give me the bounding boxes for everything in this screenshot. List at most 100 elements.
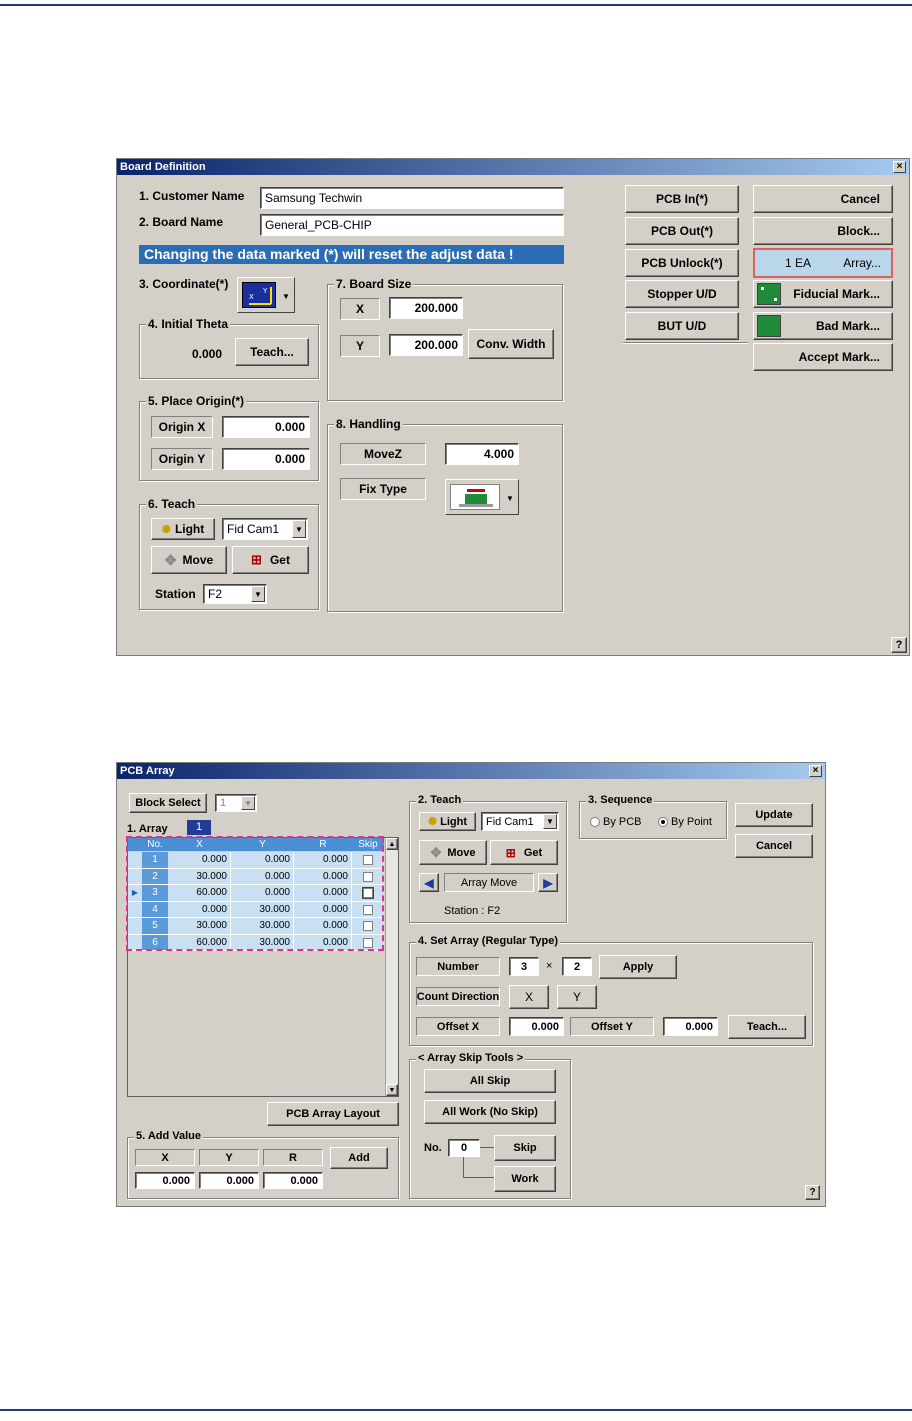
pcb-in-button[interactable]: PCB In(*) — [625, 185, 739, 213]
block-select-value: 1 — [220, 797, 227, 809]
board-size-y-input[interactable]: 200.000 — [389, 334, 463, 356]
number-x-input[interactable]: 3 — [509, 957, 539, 976]
array-count: 1 EA — [785, 256, 812, 270]
offset-teach-button[interactable]: Teach... — [728, 1015, 806, 1039]
fiducial-mark-button[interactable]: Fiducial Mark... — [753, 280, 893, 308]
light-button[interactable]: ✺ Light — [151, 518, 215, 540]
skip-button[interactable]: Skip — [494, 1135, 556, 1161]
array-move-label-box: Array Move — [444, 873, 534, 892]
grid-scrollbar[interactable]: ▲ ▼ — [385, 838, 398, 1096]
coordinate-axis-icon: Y X — [242, 282, 276, 308]
array-light-button[interactable]: ✺ Light — [419, 812, 476, 831]
add-button[interactable]: Add — [330, 1147, 388, 1169]
get-button[interactable]: ⊞ Get — [232, 546, 309, 574]
chevron-down-icon[interactable]: ▼ — [251, 586, 265, 602]
scroll-up-icon[interactable]: ▲ — [386, 838, 398, 850]
number-label: Number — [416, 957, 500, 976]
array-label: 1. Array — [127, 823, 168, 835]
pcb-array-titlebar: PCB Array × — [117, 763, 825, 779]
array-cancel-button[interactable]: Cancel — [735, 834, 813, 858]
svg-text:X: X — [249, 293, 254, 301]
sequence-title: 3. Sequence — [586, 794, 655, 806]
board-size-x-input[interactable]: 200.000 — [389, 297, 463, 319]
arrow-right-icon[interactable]: ▶ — [538, 873, 558, 892]
array-help-button[interactable]: ? — [805, 1185, 820, 1200]
array-button[interactable]: 1 EA Array... — [753, 248, 893, 278]
board-name-label: 2. Board Name — [139, 215, 224, 229]
add-y-input[interactable]: 0.000 — [199, 1172, 259, 1189]
all-skip-button[interactable]: All Skip — [424, 1069, 556, 1093]
block-select-button[interactable]: Block Select — [129, 793, 207, 813]
conv-width-button[interactable]: Conv. Width — [468, 329, 554, 359]
but-button[interactable]: BUT U/D — [625, 312, 739, 340]
pcb-array-layout-button[interactable]: PCB Array Layout — [267, 1102, 399, 1126]
get-axis-icon: ⊞ — [505, 845, 516, 860]
close-button[interactable]: × — [809, 765, 822, 777]
stopper-button[interactable]: Stopper U/D — [625, 280, 739, 308]
scroll-down-icon[interactable]: ▼ — [386, 1084, 398, 1096]
by-point-radio[interactable]: By Point — [658, 816, 712, 828]
board-name-input[interactable]: General_PCB-CHIP — [260, 214, 564, 236]
connector-line — [463, 1157, 464, 1177]
coordinate-label: 3. Coordinate(*) — [139, 277, 229, 291]
bad-mark-button[interactable]: Bad Mark... — [753, 312, 893, 340]
arrow-left-icon[interactable]: ◀ — [419, 873, 439, 892]
add-r-input[interactable]: 0.000 — [263, 1172, 323, 1189]
move-arrows-icon: ✥ — [430, 844, 442, 860]
teach-camera-select[interactable]: Fid Cam1 ▼ — [222, 518, 308, 540]
origin-x-label: Origin X — [151, 416, 213, 438]
theta-teach-button[interactable]: Teach... — [235, 338, 309, 366]
array-button-label: Array... — [843, 256, 881, 270]
chevron-down-icon[interactable]: ▼ — [292, 520, 306, 538]
array-move-label: Move — [447, 846, 476, 859]
station-label: Station — [155, 587, 196, 601]
chevron-down-icon[interactable]: ▼ — [543, 814, 557, 829]
count-x-button[interactable]: X — [509, 985, 549, 1009]
offset-y-input[interactable]: 0.000 — [663, 1017, 718, 1036]
initial-theta-group: 4. Initial Theta 0.000 Teach... — [139, 317, 319, 379]
pcb-out-button[interactable]: PCB Out(*) — [625, 217, 739, 245]
coordinate-selector[interactable]: Y X ▼ — [237, 277, 295, 313]
array-move-button[interactable]: ✥ Move — [419, 840, 487, 865]
count-y-button[interactable]: Y — [557, 985, 597, 1009]
array-camera-select[interactable]: Fid Cam1 ▼ — [481, 812, 559, 831]
update-button[interactable]: Update — [735, 803, 813, 827]
apply-button[interactable]: Apply — [599, 955, 677, 979]
origin-y-input[interactable]: 0.000 — [222, 448, 310, 470]
skip-no-input[interactable]: 0 — [448, 1139, 480, 1157]
chevron-down-icon[interactable]: ▼ — [241, 796, 255, 810]
all-work-button[interactable]: All Work (No Skip) — [424, 1100, 556, 1124]
place-origin-group: 5. Place Origin(*) Origin X 0.000 Origin… — [139, 394, 319, 481]
light-button-label: Light — [174, 522, 205, 536]
move-arrows-icon: ✥ — [164, 551, 177, 568]
pcb-unlock-button[interactable]: PCB Unlock(*) — [625, 249, 739, 277]
move-button[interactable]: ✥ Move — [151, 546, 227, 574]
board-size-group: 7. Board Size X 200.000 Y 200.000 Conv. … — [327, 277, 563, 401]
number-y-input[interactable]: 2 — [562, 957, 592, 976]
add-x-input[interactable]: 0.000 — [135, 1172, 195, 1189]
fix-type-selector[interactable]: ▼ — [445, 479, 519, 515]
block-button[interactable]: Block... — [753, 217, 893, 245]
station-select[interactable]: F2 ▼ — [203, 584, 267, 604]
array-teach-group: 2. Teach ✺ Light Fid Cam1 ▼ ✥ Move ⊞ Get… — [409, 794, 567, 923]
work-button[interactable]: Work — [494, 1166, 556, 1192]
block-select-combo[interactable]: 1 ▼ — [215, 794, 257, 812]
cancel-button[interactable]: Cancel — [753, 185, 893, 213]
customer-name-input[interactable]: Samsung Techwin — [260, 187, 564, 209]
get-button-label: Get — [269, 553, 290, 567]
fiducial-board-icon — [757, 283, 781, 305]
help-button[interactable]: ? — [891, 637, 907, 653]
movez-input[interactable]: 4.000 — [445, 443, 519, 465]
top-rule — [0, 4, 912, 6]
origin-x-input[interactable]: 0.000 — [222, 416, 310, 438]
handling-group: 8. Handling MoveZ 4.000 Fix Type ▼ — [327, 417, 563, 612]
offset-x-input[interactable]: 0.000 — [509, 1017, 564, 1036]
accept-mark-button[interactable]: Accept Mark... — [753, 343, 893, 371]
array-station-label: Station : F2 — [444, 905, 501, 917]
array-grid[interactable]: No. X Y R Skip 1 0.000 0.000 0.000 2 30.000 0.… — [126, 836, 399, 1097]
by-pcb-radio[interactable]: By PCB — [590, 816, 642, 828]
place-origin-title: 5. Place Origin(*) — [146, 394, 247, 408]
array-get-button[interactable]: ⊞ Get — [490, 840, 558, 865]
close-button[interactable]: × — [893, 161, 906, 173]
array-get-label: Get — [523, 846, 543, 859]
